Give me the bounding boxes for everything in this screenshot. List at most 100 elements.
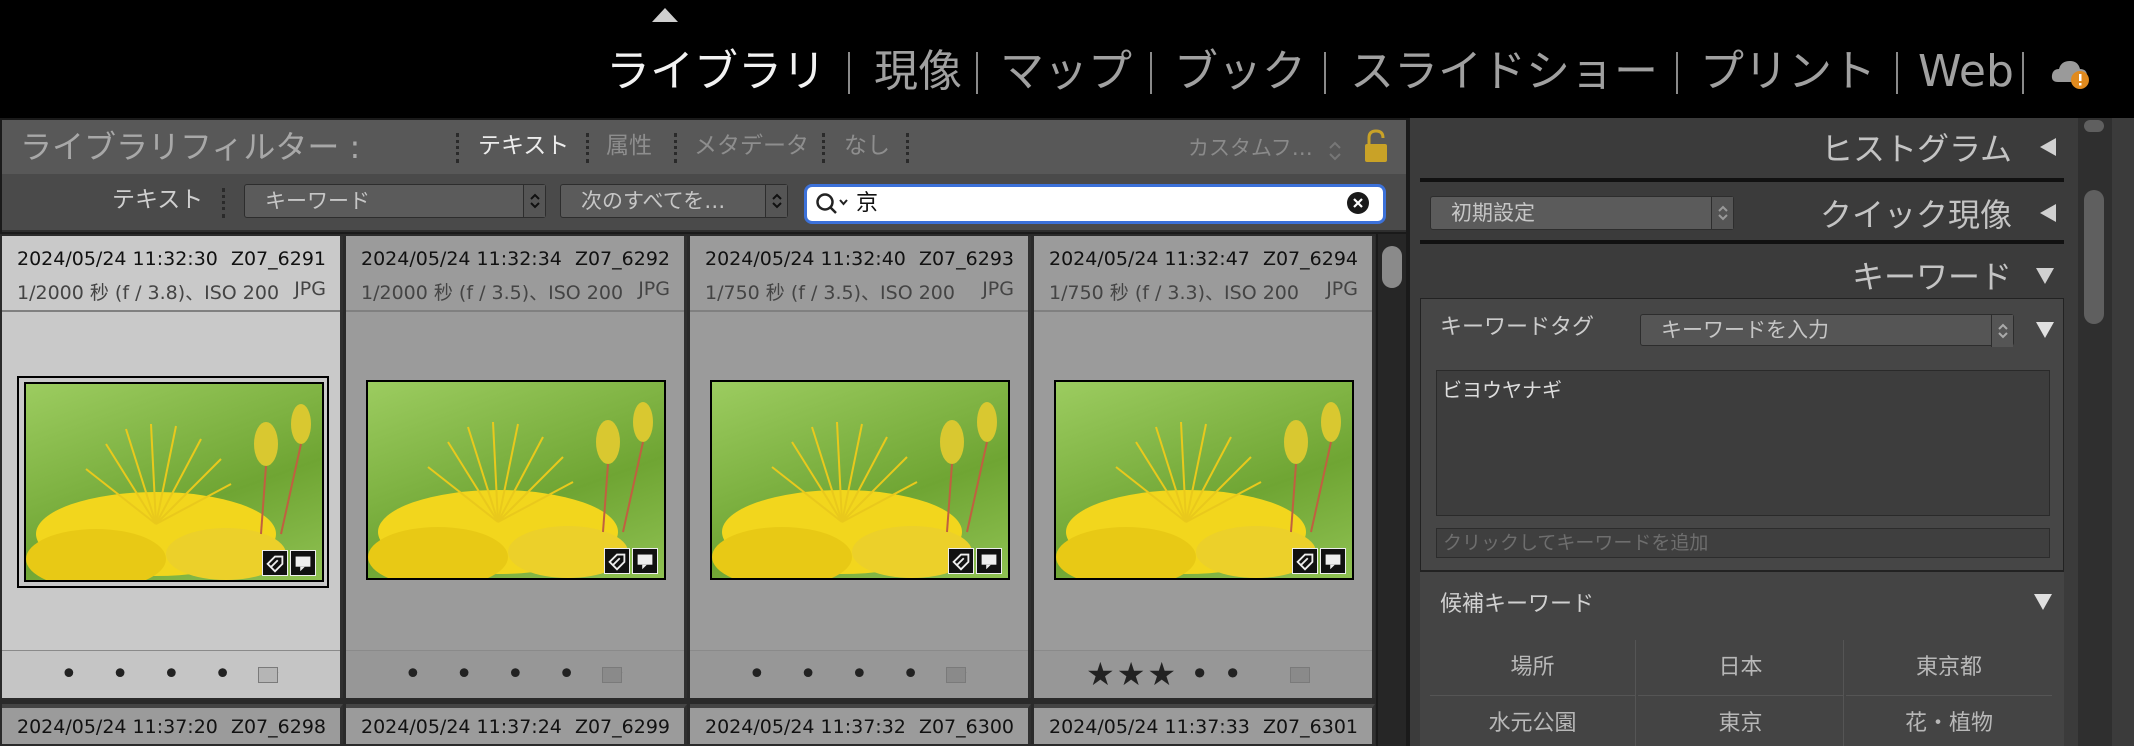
flag-icon[interactable] [946,667,966,683]
filter-separator [906,133,910,163]
star-rating[interactable]: ★★★ • • [1086,655,1244,693]
file-name: Z07_6301 [1262,716,1358,738]
capture-date: 2024/05/24 11:37:32 [705,716,906,738]
suggested-keyword[interactable]: 水元公園 [1430,696,1636,746]
module-library[interactable]: ライブラリ [606,40,826,104]
file-name: Z07_6291 [230,248,326,270]
clear-search-icon[interactable] [1346,191,1370,215]
flag-icon[interactable] [258,667,278,683]
text-filter-label: テキスト [112,187,204,213]
photo-cell[interactable]: 2024/05/24 11:37:20 Z07_6298 [2,704,343,744]
module-separator [848,52,850,94]
quick-develop-collapse-icon[interactable] [2038,204,2056,222]
suggested-keywords-header[interactable]: 候補キーワード [1440,586,1594,618]
file-name: Z07_6293 [918,248,1014,270]
capture-date: 2024/05/24 11:37:20 [17,716,218,738]
suggested-keyword[interactable]: 日本 [1638,640,1844,696]
cloud-sync-warning-icon[interactable] [2050,56,2090,90]
quick-develop-header[interactable]: クイック現像 [1820,190,2012,236]
cell-footer: • • • • • [2,650,340,698]
module-web[interactable]: Web [1918,40,2014,104]
panel-divider [1420,178,2064,182]
module-separator [2022,52,2024,94]
search-icon[interactable] [814,191,850,217]
exposure-info: 1/750 秒 (f / 3.3)、ISO 200 [1049,282,1299,304]
photo-cell[interactable]: 2024/05/24 11:32:47 Z07_6294 1/750 秒 (f / … [1034,236,1375,698]
cell-footer: ★★★ • • [1034,650,1372,698]
module-print[interactable]: プリント [1700,40,1876,104]
capture-date: 2024/05/24 11:37:33 [1049,716,1250,738]
star-rating-dots: • • [1190,655,1245,693]
suggested-keyword[interactable]: 花・植物 [1846,696,2052,746]
exposure-info: 1/2000 秒 (f / 3.8)、ISO 200 [17,282,280,304]
cell-header: 2024/05/24 11:32:40 Z07_6293 1/750 秒 (f / … [690,236,1028,312]
filter-tab-attribute[interactable]: 属性 [606,127,652,165]
filter-tab-text[interactable]: テキスト [478,127,569,165]
panel-divider [1420,240,2064,244]
custom-filter-stepper-icon[interactable] [1328,140,1342,162]
photo-thumbnail[interactable] [710,380,1010,580]
flag-icon[interactable] [602,667,622,683]
filter-tab-metadata[interactable]: メタデータ [694,127,809,165]
module-develop[interactable]: 現像 [874,40,962,104]
histogram-collapse-icon[interactable] [2038,138,2056,156]
filter-separator [222,188,226,218]
photo-cell[interactable]: 2024/05/24 11:37:24 Z07_6299 [346,704,687,744]
module-book[interactable]: ブック [1174,40,1306,104]
module-separator [976,52,978,94]
search-field-select-value: キーワード [265,189,370,213]
flag-icon[interactable] [1290,667,1310,683]
suggested-keyword[interactable]: 東京 [1638,696,1844,746]
photo-cell[interactable]: 2024/05/24 11:37:32 Z07_6300 [690,704,1031,744]
module-separator [1324,52,1326,94]
photo-thumbnail[interactable] [24,382,324,582]
add-keyword-input[interactable]: クリックしてキーワードを追加 [1436,528,2050,558]
capture-date: 2024/05/24 11:32:40 [705,248,906,270]
filter-tab-none[interactable]: なし [844,127,890,165]
search-field-select[interactable]: キーワード [244,184,546,218]
suggested-keyword[interactable]: 東京都 [1846,640,2052,696]
module-slideshow[interactable]: スライドショー [1350,40,1658,104]
photo-thumbnail[interactable] [1054,380,1354,580]
module-separator [1896,52,1898,94]
photo-cell[interactable]: 2024/05/24 11:32:34 Z07_6292 1/2000 秒 (f /… [346,236,687,698]
photo-cell[interactable]: 2024/05/24 11:37:33 Z07_6301 [1034,704,1375,744]
photo-cell[interactable]: 2024/05/24 11:32:30 Z07_6291 1/2000 秒 (f /… [2,236,343,698]
keyword-tags-select[interactable]: キーワードを入力 [1640,314,2014,347]
capture-date: 2024/05/24 11:32:30 [17,248,218,270]
keyword-tags-select-value: キーワードを入力 [1661,318,1829,342]
filter-separator [456,133,460,163]
suggested-keywords-expand-icon[interactable] [2034,592,2052,610]
select-stepper-icon [523,185,545,217]
module-map[interactable]: マップ [1000,40,1132,104]
photo-thumbnail[interactable] [366,380,666,580]
right-panel-scrollbar-cap [2084,120,2104,132]
keyword-text-value: ビヨウヤナギ [1442,378,1562,402]
keyword-tags-expand-icon[interactable] [2036,320,2054,338]
capture-date: 2024/05/24 11:32:34 [361,248,562,270]
grid-scrollbar[interactable] [1378,234,1406,746]
right-panel-scrollbar-thumb[interactable] [2084,190,2104,324]
keywording-expand-icon[interactable] [2036,266,2054,284]
grid-scrollbar-thumb[interactable] [1382,246,1402,288]
search-rule-select[interactable]: 次のすべてを… [560,184,788,218]
select-stepper-icon [1711,197,1733,229]
module-separator [1676,52,1678,94]
suggested-keyword[interactable]: 場所 [1430,640,1636,696]
panel-collapse-up-icon[interactable] [652,8,678,22]
search-input[interactable] [856,188,1336,220]
cell-footer: • • • • • [346,650,684,698]
comment-badge-icon [976,548,1002,574]
filter-lock-icon[interactable] [1362,128,1390,164]
file-name: Z07_6294 [1262,248,1358,270]
keyword-badge-icon [948,548,974,574]
saved-preset-select[interactable]: 初期設定 [1430,196,1734,230]
keyword-badge-icon [262,550,288,576]
cell-header: 2024/05/24 11:32:47 Z07_6294 1/750 秒 (f / … [1034,236,1372,312]
custom-filter-select[interactable]: カスタムフ… [1188,130,1313,166]
keywording-header[interactable]: キーワード [1852,252,2012,298]
photo-cell[interactable]: 2024/05/24 11:32:40 Z07_6293 1/750 秒 (f / … [690,236,1031,698]
filter-separator [586,133,590,163]
histogram-header[interactable]: ヒストグラム [1821,124,2012,170]
star-rating-stars: ★★★ [1086,655,1179,693]
